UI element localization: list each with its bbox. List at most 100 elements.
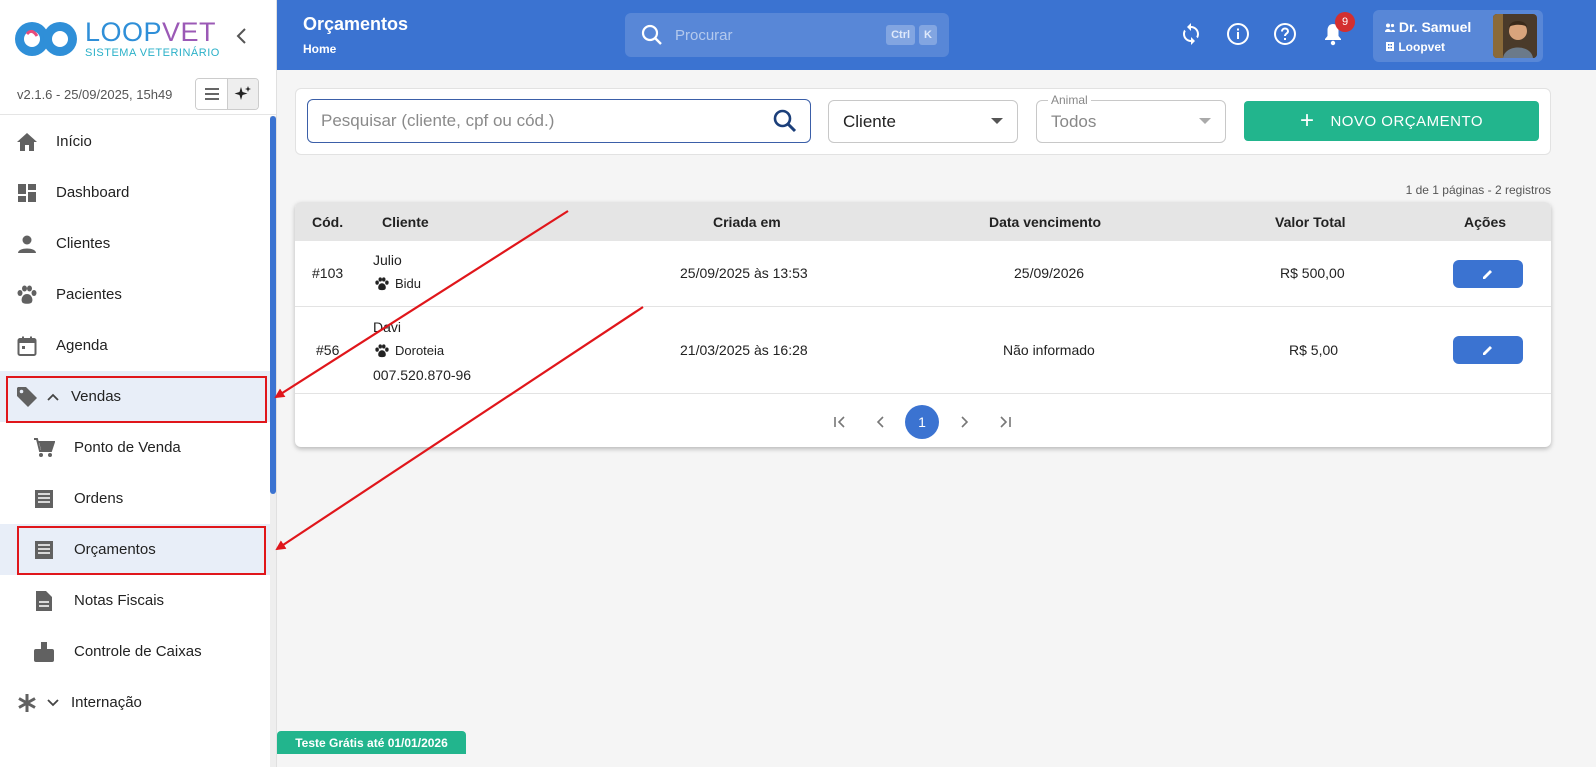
sidebar-item-notas-fiscais[interactable]: Notas Fiscais — [0, 575, 270, 626]
sidebar-item-clientes[interactable]: Clientes — [0, 218, 270, 269]
next-page-icon[interactable] — [947, 405, 981, 439]
building-icon — [1386, 42, 1394, 51]
animal-select-value: Todos — [1051, 111, 1097, 131]
top-header: Orçamentos Home Procurar Ctrl K 9 Dr. Sa… — [277, 0, 1596, 70]
sidebar-scrollbar[interactable] — [270, 116, 276, 494]
loopvet-logo-icon — [15, 20, 79, 58]
new-quote-label: NOVO ORÇAMENTO — [1330, 112, 1484, 130]
user-org: Loopvet — [1385, 40, 1445, 54]
pencil-icon — [1483, 346, 1492, 355]
version-text: v2.1.6 - 25/09/2025, 15h49 — [17, 86, 173, 102]
client-name: Julio — [373, 252, 402, 268]
page-button-current[interactable]: 1 — [905, 405, 939, 439]
search-icon[interactable] — [772, 108, 798, 134]
quote-search-placeholder: Pesquisar (cliente, cpf ou cód.) — [321, 111, 555, 130]
edit-quote-button[interactable] — [1453, 260, 1523, 288]
prev-page-icon[interactable] — [864, 405, 898, 439]
menu-icon — [204, 88, 219, 100]
quote-code: #56 — [316, 342, 340, 358]
col-total[interactable]: Valor Total — [1275, 214, 1346, 230]
pet-name: Bidu — [374, 276, 421, 291]
sidebar-item-ponto-de-venda[interactable]: Ponto de Venda — [0, 422, 270, 473]
brand: LOOPVET SISTEMA VETERINÁRIO — [0, 0, 276, 78]
home-icon — [15, 130, 39, 154]
help-icon[interactable] — [1273, 22, 1297, 46]
due-date: Não informado — [1003, 342, 1095, 358]
new-quote-button[interactable]: + NOVO ORÇAMENTO — [1244, 101, 1539, 141]
group-icon — [1385, 23, 1395, 32]
collapse-sidebar-button[interactable] — [232, 24, 252, 48]
chevron-down-icon — [47, 695, 61, 710]
first-page-icon[interactable] — [823, 405, 857, 439]
info-icon[interactable] — [1226, 22, 1250, 46]
due-date: 25/09/2026 — [1014, 265, 1085, 281]
client-name: Davi — [373, 319, 402, 335]
ai-sparkle-button[interactable] — [227, 79, 258, 109]
animal-select-label: Animal — [1048, 93, 1091, 107]
receipt-icon — [32, 487, 56, 511]
pencil-icon — [1483, 270, 1492, 279]
breadcrumb[interactable]: Home — [303, 42, 336, 56]
trial-banner[interactable]: Teste Grátis até 01/01/2026 — [277, 731, 466, 754]
shortcut-k-key: K — [919, 25, 937, 45]
client-document: 007.520.870-96 — [373, 367, 472, 383]
paw-icon — [15, 283, 39, 307]
table-row[interactable]: #56 Davi Doroteia 007.520.870-96 21/03/2… — [295, 307, 1551, 394]
created-at: 25/09/2025 às 13:53 — [680, 265, 808, 281]
orcamentos-highlight-box — [17, 526, 266, 575]
cash-register-icon — [32, 640, 56, 664]
dashboard-icon — [15, 181, 39, 205]
sidebar-item-controle-de-caixas[interactable]: Controle de Caixas — [0, 626, 270, 677]
sidebar-item-pacientes[interactable]: Pacientes — [0, 269, 270, 320]
person-icon — [15, 232, 39, 256]
chevron-left-icon — [236, 28, 246, 44]
col-created[interactable]: Criada em — [713, 214, 781, 230]
paw-icon — [375, 276, 389, 290]
document-icon — [32, 589, 56, 613]
sparkle-icon — [234, 86, 251, 100]
user-name: Dr. Samuel — [1385, 19, 1471, 35]
last-page-icon[interactable] — [988, 405, 1022, 439]
table-row[interactable]: #103 Julio Bidu 25/09/2025 às 13:53 25/0… — [295, 241, 1551, 307]
avatar — [1493, 14, 1537, 58]
dropdown-arrow-icon — [1199, 118, 1211, 124]
page-info: 1 de 1 páginas - 2 registros — [1405, 183, 1551, 197]
client-select-value: Cliente — [843, 111, 896, 131]
pagination: 1 — [295, 402, 1551, 440]
animal-select[interactable]: Animal Todos — [1036, 93, 1226, 143]
page-title: Orçamentos — [303, 14, 409, 34]
total-value: R$ 5,00 — [1289, 342, 1339, 358]
edit-quote-button[interactable] — [1453, 336, 1523, 364]
user-menu-button[interactable]: Dr. Samuel Loopvet — [1373, 10, 1543, 62]
dropdown-arrow-icon — [991, 118, 1003, 124]
sidebar-item-ordens[interactable]: Ordens — [0, 473, 270, 524]
created-at: 21/03/2025 às 16:28 — [680, 342, 808, 358]
search-icon — [641, 24, 662, 45]
global-search-input[interactable]: Procurar Ctrl K — [625, 13, 949, 57]
quotes-table: Cód. Cliente Criada em Data vencimento V… — [295, 202, 1551, 447]
sidebar-item-internacao[interactable]: Internação — [0, 677, 270, 728]
sidebar-item-inicio[interactable]: Início — [0, 116, 270, 167]
table-header: Cód. Cliente Criada em Data vencimento V… — [295, 202, 1551, 241]
notification-count-badge: 9 — [1335, 12, 1355, 32]
shortcut-ctrl-key: Ctrl — [886, 25, 916, 45]
cart-icon — [32, 436, 56, 460]
sync-icon[interactable] — [1179, 22, 1203, 46]
sidebar-item-dashboard[interactable]: Dashboard — [0, 167, 270, 218]
col-code[interactable]: Cód. — [312, 214, 343, 230]
col-client[interactable]: Cliente — [382, 214, 429, 230]
quote-search-input[interactable]: Pesquisar (cliente, cpf ou cód.) — [307, 99, 811, 143]
global-search-placeholder: Procurar — [675, 26, 733, 44]
list-view-button[interactable] — [196, 79, 227, 109]
sidebar-item-agenda[interactable]: Agenda — [0, 320, 270, 371]
brand-name: LOOPVET — [85, 17, 217, 47]
quote-code: #103 — [312, 265, 344, 281]
version-row: v2.1.6 - 25/09/2025, 15h49 — [0, 78, 276, 110]
total-value: R$ 500,00 — [1280, 265, 1345, 281]
calendar-icon — [15, 334, 39, 358]
col-due-date[interactable]: Data vencimento — [989, 214, 1101, 230]
pet-name: Doroteia — [374, 343, 444, 358]
col-actions: Ações — [1464, 214, 1507, 230]
client-select[interactable]: Cliente — [828, 100, 1018, 143]
paw-icon — [375, 343, 389, 357]
